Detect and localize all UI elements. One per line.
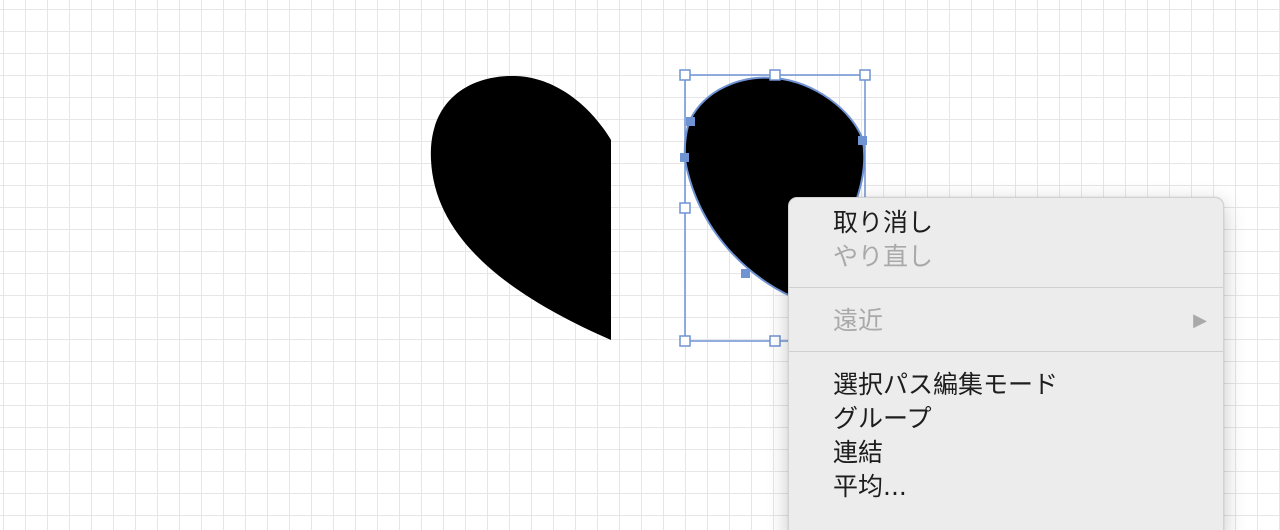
menu-item-path-edit-mode[interactable]: 選択パス編集モード bbox=[789, 368, 1223, 402]
menu-item-label: 取り消し bbox=[833, 208, 934, 237]
anchor-point[interactable] bbox=[741, 269, 750, 278]
handle-bottom-center[interactable] bbox=[769, 335, 781, 347]
menu-item-group[interactable]: グループ bbox=[789, 402, 1223, 436]
menu-item-average[interactable]: 平均... bbox=[789, 470, 1223, 504]
anchor-point[interactable] bbox=[858, 136, 867, 145]
menu-item-label: 選択パス編集モード bbox=[833, 370, 1059, 399]
handle-top-center[interactable] bbox=[769, 69, 781, 81]
handle-bottom-left[interactable] bbox=[679, 335, 691, 347]
anchor-point[interactable] bbox=[680, 153, 689, 162]
drawing-canvas[interactable]: 取り消し やり直し 遠近 ▶ 選択パス編集モード グループ 連結 平均... bbox=[0, 0, 1280, 530]
menu-item-label: 連結 bbox=[833, 438, 884, 467]
menu-item-join[interactable]: 連結 bbox=[789, 436, 1223, 470]
left-heart-half-shape[interactable] bbox=[430, 75, 611, 340]
menu-item-label: 平均... bbox=[833, 472, 907, 501]
menu-item-redo[interactable]: やり直し bbox=[789, 240, 1223, 274]
menu-item-perspective[interactable]: 遠近 ▶ bbox=[789, 304, 1223, 338]
menu-separator bbox=[789, 287, 1223, 288]
right-triangle-icon: ▶ bbox=[1193, 310, 1207, 331]
handle-top-right[interactable] bbox=[859, 69, 871, 81]
anchor-point[interactable] bbox=[686, 117, 695, 126]
menu-item-label: グループ bbox=[833, 404, 932, 433]
handle-top-left[interactable] bbox=[679, 69, 691, 81]
menu-separator bbox=[789, 351, 1223, 352]
context-menu: 取り消し やり直し 遠近 ▶ 選択パス編集モード グループ 連結 平均... bbox=[788, 197, 1224, 530]
menu-item-label: 遠近 bbox=[833, 306, 884, 335]
handle-middle-left[interactable] bbox=[679, 202, 691, 214]
menu-item-undo[interactable]: 取り消し bbox=[789, 206, 1223, 240]
menu-item-label: やり直し bbox=[833, 242, 934, 271]
